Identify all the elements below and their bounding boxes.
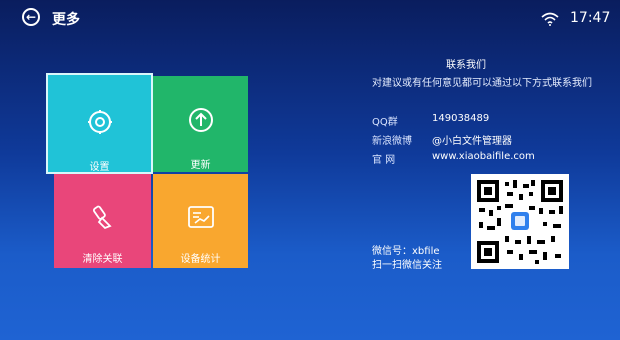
website-label: 官 网 [372,155,396,166]
clear-association-label: 清除关联 [82,254,123,265]
weibo-label: 新浪微博 [372,136,412,147]
chart-box-icon [187,206,214,228]
device-stats-label: 设备统计 [180,254,221,265]
qq-label: QQ群 [372,117,398,128]
update-label: 更新 [190,160,211,171]
settings-label: 设置 [89,162,110,173]
page-title: 更多 [52,12,80,28]
website-value[interactable]: www.xiaobaifile.com [432,151,535,162]
arrow-left-icon[interactable]: ← [22,8,40,26]
settings-tile[interactable]: 设置 [46,73,153,174]
device-stats-tile[interactable]: 设备统计 [153,174,248,268]
wechat-qr-code [471,174,569,269]
wifi-icon [541,12,559,26]
clock: 17:47 [570,10,611,26]
wechat-hint: 扫一扫微信关注 [372,260,442,271]
weibo-value[interactable]: @小白文件管理器 [432,132,512,147]
gear-icon [87,110,112,134]
clear-association-tile[interactable]: 清除关联 [54,174,151,268]
broom-icon [92,205,112,230]
wechat-id: 微信号：xbfile [372,246,440,257]
top-bar: ← 更多 17:47 [0,0,620,36]
contact-intro: 对建议或有任何意见都可以通过以下方式联系我们 [372,78,592,89]
contact-title: 联系我们 [446,60,486,71]
upload-arrow-icon [188,108,213,132]
qq-value: 149038489 [432,113,490,124]
update-tile[interactable]: 更新 [153,76,248,172]
